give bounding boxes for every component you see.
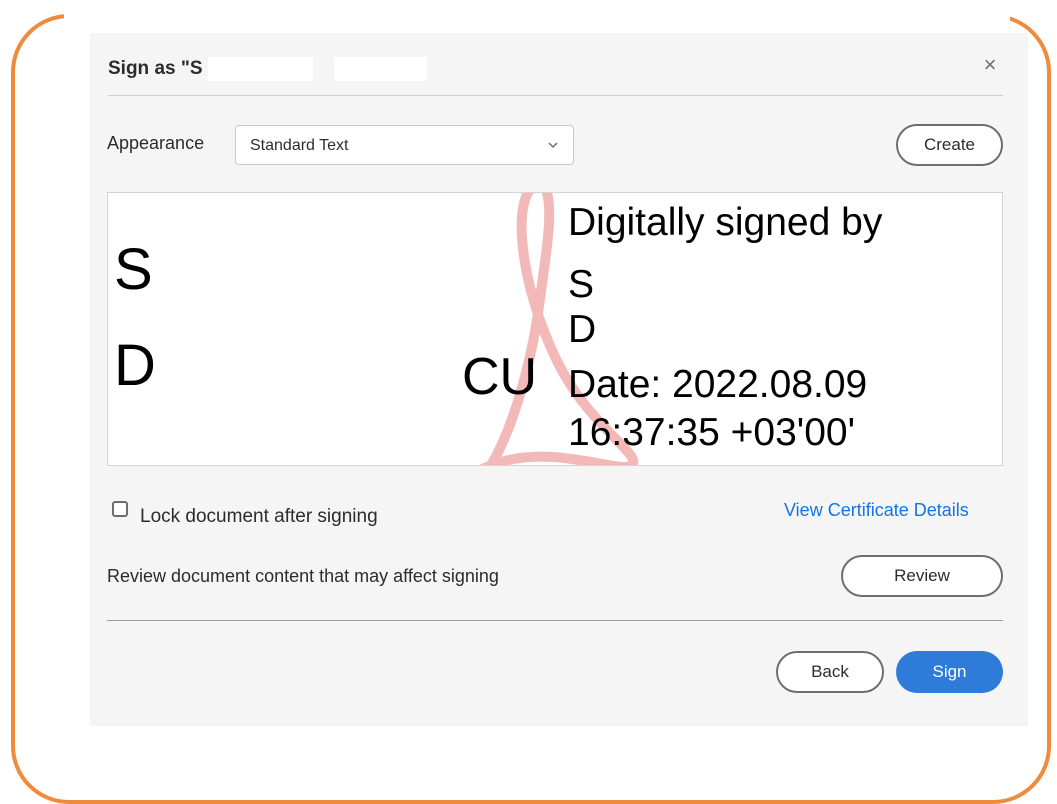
redaction-block [208, 57, 313, 81]
review-button[interactable]: Review [841, 555, 1003, 597]
signature-initial-last: D [114, 333, 156, 398]
appearance-select-value: Standard Text [250, 137, 349, 154]
signature-line: 16:37:35 +03'00' [568, 411, 856, 454]
signature-line: Digitally signed by [568, 201, 883, 244]
create-button[interactable]: Create [896, 124, 1003, 166]
signature-partial-text: CU [462, 348, 538, 406]
appearance-select[interactable]: Standard Text [235, 125, 574, 165]
lock-document-checkbox[interactable] [112, 501, 128, 517]
redaction-block [600, 301, 800, 349]
appearance-label: Appearance [107, 133, 205, 153]
view-certificate-link[interactable]: View Certificate Details [784, 500, 969, 521]
redaction-block [604, 255, 804, 299]
close-icon[interactable]: × [978, 53, 1002, 77]
signature-preview: S D CU Digitally signed by S D Date: 202… [107, 192, 1003, 466]
frame-gap [64, 8, 1010, 22]
redaction-block [334, 57, 427, 81]
signature-line: S [568, 263, 595, 306]
sign-dialog: Sign as "S D " × Appearance Standard Tex… [90, 33, 1028, 726]
divider [107, 620, 1003, 621]
signature-initial-first: S [114, 237, 153, 302]
signature-line: D [568, 308, 597, 351]
review-description: Review document content that may affect … [107, 566, 499, 586]
divider [108, 95, 1003, 96]
chevron-down-icon [548, 142, 558, 149]
lock-document-label: Lock document after signing [140, 506, 378, 527]
sign-button[interactable]: Sign [896, 651, 1003, 693]
back-button[interactable]: Back [776, 651, 884, 693]
signature-line: Date: 2022.08.09 [568, 363, 868, 406]
